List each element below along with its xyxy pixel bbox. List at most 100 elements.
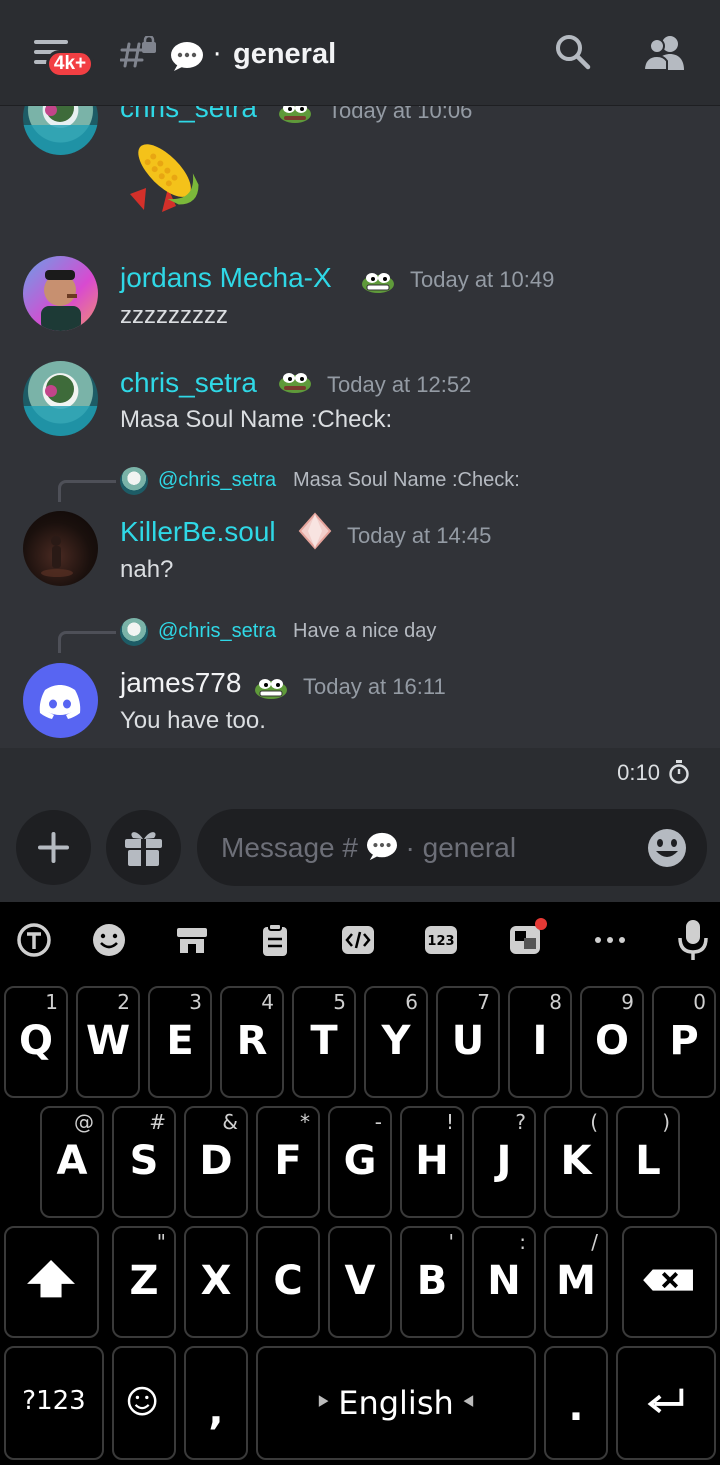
placeholder-suffix: · general: [405, 832, 517, 863]
key-u[interactable]: U7: [436, 986, 500, 1098]
emoji-icon[interactable]: [89, 920, 129, 960]
key-t[interactable]: T5: [292, 986, 356, 1098]
key-hint: 4: [261, 990, 274, 1014]
key-hint: 5: [333, 990, 346, 1014]
key-k[interactable]: K(: [544, 1106, 608, 1218]
speech-bubble-icon: [366, 832, 397, 861]
key-x[interactable]: X: [184, 1226, 248, 1338]
key-hint: ?: [515, 1110, 526, 1134]
members-icon[interactable]: [643, 34, 685, 72]
store-icon[interactable]: [172, 920, 212, 960]
symbols-key[interactable]: ?123: [4, 1346, 104, 1460]
key-p[interactable]: P0: [652, 986, 716, 1098]
timestamp: Today at 12:52: [327, 372, 472, 397]
space-key[interactable]: English: [256, 1346, 536, 1460]
channel-header: 4k+ · general: [0, 0, 720, 106]
key-v[interactable]: V: [328, 1226, 392, 1338]
shift-key[interactable]: [4, 1226, 99, 1338]
avatar[interactable]: [23, 511, 98, 586]
key-b[interactable]: B ': [400, 1226, 464, 1338]
clipboard-icon[interactable]: [255, 920, 295, 960]
backspace-icon: [643, 1269, 693, 1291]
text-edit-icon[interactable]: [338, 920, 378, 960]
reply-username[interactable]: @chris_setra: [158, 469, 276, 492]
key-hint: &: [222, 1110, 238, 1134]
key-label: P: [669, 1018, 699, 1064]
avatar[interactable]: [23, 361, 98, 436]
key-hint: 1: [45, 990, 58, 1014]
key-o[interactable]: O9: [580, 986, 644, 1098]
key-label: W: [85, 1018, 131, 1064]
key-y[interactable]: Y6: [364, 986, 428, 1098]
key-z[interactable]: Z ": [112, 1226, 176, 1338]
key-a[interactable]: A @: [40, 1106, 104, 1218]
key-hint: (: [590, 1110, 598, 1134]
key-label: G: [343, 1138, 377, 1184]
key-hint: #: [149, 1110, 166, 1134]
key-label: U: [451, 1018, 485, 1064]
enter-key[interactable]: [616, 1346, 716, 1460]
message-list[interactable]: chris_setra Today at 10:06 jordans Mecha…: [0, 106, 720, 748]
channel-name[interactable]: general: [233, 38, 336, 71]
comma-key[interactable]: ,: [184, 1346, 248, 1460]
key-label: Q: [18, 1018, 53, 1064]
key-e[interactable]: E3: [148, 986, 212, 1098]
username[interactable]: chris_setra: [120, 106, 257, 124]
backspace-key[interactable]: [622, 1226, 717, 1338]
key-i[interactable]: I8: [508, 986, 572, 1098]
key-r[interactable]: R4: [220, 986, 284, 1098]
avatar[interactable]: [23, 106, 98, 155]
message-text[interactable]: nah?: [120, 556, 173, 584]
smiley-icon: [127, 1386, 157, 1416]
key-label: X: [200, 1258, 232, 1304]
key-j[interactable]: J?: [472, 1106, 536, 1218]
message-text[interactable]: zzzzzzzzz: [120, 302, 228, 330]
key-c[interactable]: C: [256, 1226, 320, 1338]
message-composer: Message # · general: [0, 794, 720, 902]
emoji-picker-icon[interactable]: [647, 828, 687, 868]
username[interactable]: KillerBe.soul: [120, 516, 276, 548]
key-g[interactable]: G-: [328, 1106, 392, 1218]
key-label: F: [274, 1138, 302, 1184]
username[interactable]: james778: [120, 667, 241, 699]
message-text[interactable]: Masa Soul Name :Check:: [120, 406, 392, 434]
enter-icon: [647, 1388, 684, 1414]
key-w[interactable]: W2: [76, 986, 140, 1098]
username[interactable]: chris_setra: [120, 367, 257, 399]
reply-preview-text[interactable]: Masa Soul Name :Check:: [293, 469, 520, 492]
username[interactable]: jordans Mecha-X: [120, 262, 332, 294]
key-label: M: [556, 1258, 596, 1304]
key-hint: 7: [477, 990, 490, 1014]
message-input[interactable]: Message # · general: [197, 809, 707, 886]
reply-username[interactable]: @chris_setra: [158, 620, 276, 643]
symbols-label: ?123: [22, 1386, 86, 1416]
microphone-icon[interactable]: [673, 918, 713, 962]
key-hint: 3: [189, 990, 202, 1014]
emoji-key[interactable]: [112, 1346, 176, 1460]
key-s[interactable]: S #: [112, 1106, 176, 1218]
search-icon[interactable]: [555, 34, 591, 70]
key-m[interactable]: M /: [544, 1226, 608, 1338]
key-f[interactable]: F *: [256, 1106, 320, 1218]
avatar[interactable]: [23, 256, 98, 331]
avatar[interactable]: [23, 663, 98, 738]
key-q[interactable]: Q1: [4, 986, 68, 1098]
text-style-icon[interactable]: [14, 920, 54, 960]
key-hint: 8: [549, 990, 562, 1014]
key-d[interactable]: D &: [184, 1106, 248, 1218]
key-hint: !: [445, 1110, 454, 1134]
reply-preview-text[interactable]: Have a nice day: [293, 620, 436, 643]
key-h[interactable]: H!: [400, 1106, 464, 1218]
message-text[interactable]: You have too.: [120, 707, 266, 735]
key-hint: ': [448, 1230, 455, 1254]
key-l[interactable]: L): [616, 1106, 680, 1218]
key-n[interactable]: N:: [472, 1226, 536, 1338]
slowmode-bar: 0:10: [0, 748, 720, 794]
gift-button[interactable]: [106, 810, 181, 885]
period-key[interactable]: .: [544, 1346, 608, 1460]
key-hint: 2: [117, 990, 130, 1014]
attach-button[interactable]: [16, 810, 91, 885]
more-options-icon[interactable]: [590, 920, 630, 960]
numpad-icon[interactable]: 123: [421, 920, 461, 960]
translate-icon[interactable]: [506, 916, 550, 960]
